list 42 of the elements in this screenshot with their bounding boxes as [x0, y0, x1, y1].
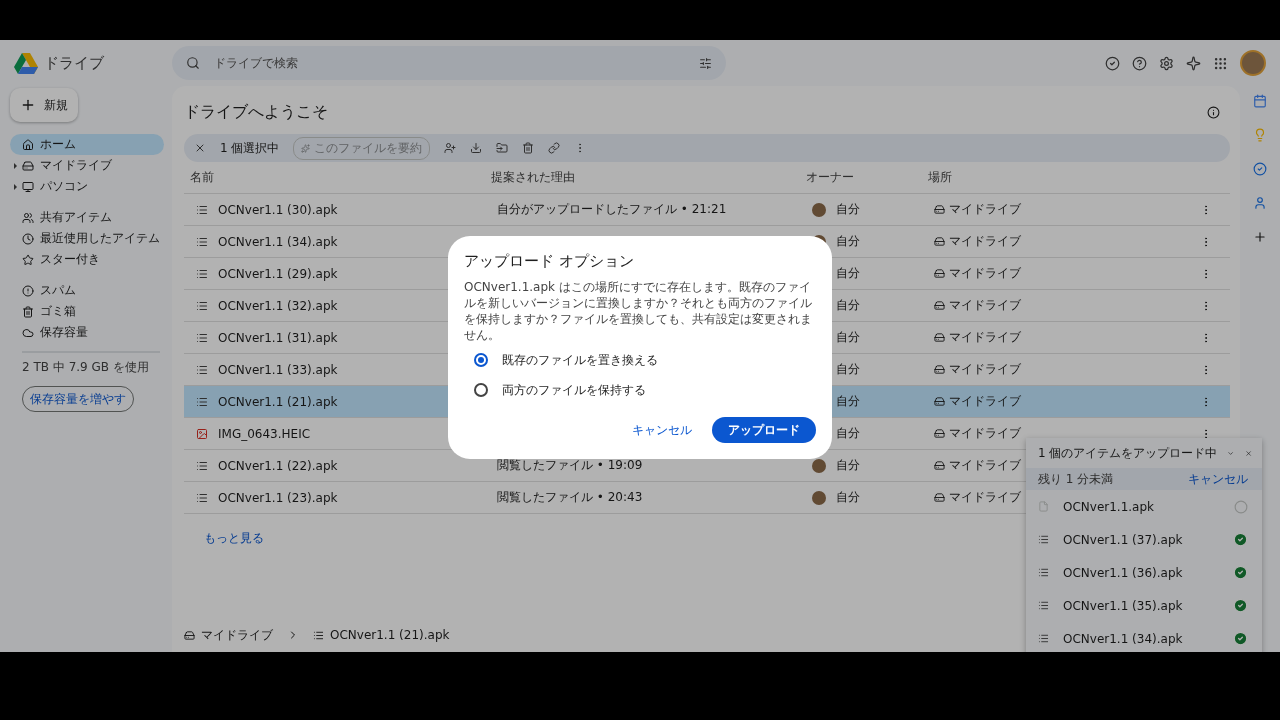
page-title: ドライブへようこそ: [184, 101, 328, 123]
suggestion-reason: 閲覧したファイル • 19:09: [497, 457, 643, 474]
owner-name: 自分: [836, 457, 860, 474]
upload-file-name: OCNver1.1 (34).apk: [1063, 631, 1184, 646]
owner-name: 自分: [836, 489, 860, 506]
upload-file-name: OCNver1.1 (36).apk: [1063, 565, 1184, 580]
file-name: IMG_0643.HEIC: [218, 426, 311, 441]
owner-name: 自分: [836, 265, 860, 282]
file-name: OCNver1.1 (33).apk: [218, 362, 338, 377]
file-name: OCNver1.1 (22).apk: [218, 458, 338, 473]
owner-name: 自分: [836, 393, 860, 410]
owner-name: 自分: [836, 201, 860, 218]
owner-name: 自分: [836, 361, 860, 378]
owner-name: 自分: [836, 329, 860, 346]
location-name: マイドライブ: [949, 329, 1021, 346]
storage-usage: 2 TB 中 7.9 GB を使用: [21, 359, 150, 376]
selection-count: 1 個選択中: [220, 139, 280, 157]
file-name: OCNver1.1 (21).apk: [218, 394, 338, 409]
location-name: マイドライブ: [949, 393, 1021, 410]
file-name: OCNver1.1 (32).apk: [218, 298, 338, 313]
upload-file-name: OCNver1.1.apk: [1063, 499, 1156, 514]
location-name: マイドライブ: [949, 489, 1021, 506]
location-name: マイドライブ: [949, 425, 1021, 442]
file-name: OCNver1.1 (30).apk: [218, 202, 338, 217]
owner-name: 自分: [836, 233, 860, 250]
app-name: ドライブ: [44, 53, 104, 73]
suggestion-reason: 自分がアップロードしたファイル • 21:21: [497, 201, 727, 218]
location-name: マイドライブ: [949, 265, 1021, 282]
upload-file-name: OCNver1.1 (37).apk: [1063, 532, 1184, 547]
owner-name: 自分: [836, 297, 860, 314]
file-name: OCNver1.1 (23).apk: [218, 490, 338, 505]
location-name: マイドライブ: [949, 233, 1021, 250]
location-name: マイドライブ: [949, 361, 1021, 378]
file-name: OCNver1.1 (29).apk: [218, 266, 338, 281]
suggestion-reason: 閲覧したファイル • 20:43: [497, 489, 643, 506]
location-name: マイドライブ: [949, 457, 1021, 474]
owner-name: 自分: [836, 425, 860, 442]
upload-file-name: OCNver1.1 (35).apk: [1063, 598, 1184, 613]
location-name: マイドライブ: [949, 201, 1021, 218]
location-name: マイドライブ: [949, 297, 1021, 314]
file-name: OCNver1.1 (34).apk: [218, 234, 338, 249]
file-name: OCNver1.1 (31).apk: [218, 330, 338, 345]
